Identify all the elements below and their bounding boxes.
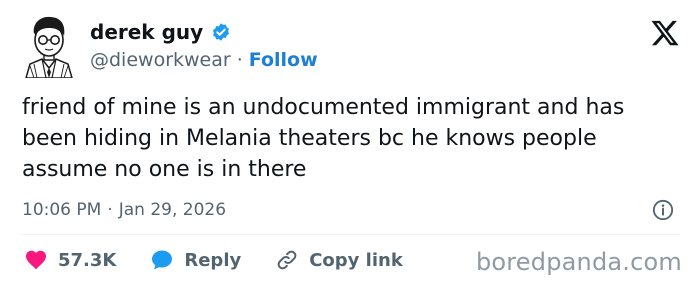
link-icon — [275, 248, 299, 272]
tweet-card: derek guy @dieworkwear · Follow friend o… — [0, 0, 700, 287]
x-logo-icon[interactable] — [650, 18, 680, 48]
divider — [20, 234, 680, 235]
watermark: boredpanda.com — [475, 248, 682, 276]
tweet-date: Jan 29, 2026 — [118, 200, 227, 220]
like-count: 57.3K — [58, 249, 117, 271]
tweet-timestamp[interactable]: 10:06 PM · Jan 29, 2026 — [22, 199, 226, 221]
reply-label: Reply — [184, 249, 242, 271]
avatar[interactable] — [20, 14, 76, 79]
avatar-portrait-icon — [20, 14, 76, 79]
tweet-actions: 57.3K Reply Copy link — [24, 246, 437, 274]
verified-badge-icon — [211, 22, 231, 42]
author-name-row: derek guy — [90, 20, 231, 44]
handle-separator: · — [236, 49, 243, 71]
author-handle[interactable]: @dieworkwear — [90, 48, 231, 72]
author-display-name[interactable]: derek guy — [90, 20, 203, 44]
copy-link-label: Copy link — [309, 249, 403, 271]
info-icon[interactable] — [652, 199, 674, 221]
heart-icon — [24, 248, 48, 272]
follow-button[interactable]: Follow — [249, 48, 318, 72]
timestamp-separator: · — [107, 200, 113, 220]
speech-bubble-icon — [150, 248, 174, 272]
tweet-text: friend of mine is an undocumented immigr… — [22, 95, 625, 182]
author-handle-row: @dieworkwear · Follow — [90, 48, 318, 72]
tweet-time: 10:06 PM — [22, 200, 102, 220]
copy-link-button[interactable]: Copy link — [275, 248, 403, 272]
like-button[interactable]: 57.3K — [24, 248, 116, 272]
reply-button[interactable]: Reply — [150, 248, 241, 272]
